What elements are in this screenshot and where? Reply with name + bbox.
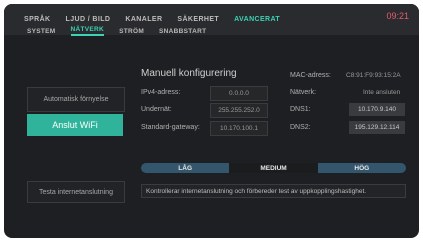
tab-natverk[interactable]: NÄTVERK (70, 26, 105, 36)
mac-label: MAC-adress: (290, 72, 331, 79)
tab-sakerhet[interactable]: SÄKERHET (177, 16, 219, 23)
ipv4-field[interactable]: 0.0.0.0 (210, 86, 268, 101)
gateway-label: Standard-gateway: (141, 124, 200, 131)
tab-avancerat[interactable]: AVANCERAT (234, 16, 280, 23)
test-status-text: Kontrollerar internetanslutning och förb… (141, 184, 406, 198)
top-tabs: SPRÅK LJUD / BILD KANALER SÄKERHET AVANC… (24, 12, 295, 26)
tv-settings-screen: SPRÅK LJUD / BILD KANALER SÄKERHET AVANC… (4, 4, 419, 238)
tab-ljud-bild[interactable]: LJUD / BILD (66, 16, 111, 23)
tab-snabbstart[interactable]: SNABBSTART (159, 28, 206, 35)
tab-sprak[interactable]: SPRÅK (24, 16, 51, 23)
active-tab-underline (70, 34, 105, 36)
auto-renew-button[interactable]: Automatisk förnyelse (27, 87, 125, 112)
tab-strom[interactable]: STRÖM (119, 28, 144, 35)
network-status: Inte ansluten (363, 89, 401, 96)
speed-high-option[interactable]: HÖG (317, 163, 406, 173)
network-label: Nätverk: (290, 89, 317, 96)
dns1-label: DNS1: (290, 106, 311, 113)
speed-low-option[interactable]: LÅG (141, 163, 230, 173)
test-internet-button[interactable]: Testa internetanslutning (27, 181, 125, 203)
dns1-field[interactable]: 10.170.9.140 (349, 103, 405, 116)
top-bar: SPRÅK LJUD / BILD KANALER SÄKERHET AVANC… (4, 4, 419, 36)
ipv4-label: IPv4-adress: (141, 89, 181, 96)
speed-selector: LÅG MEDIUM HÖG (141, 163, 406, 173)
clock: 09:21 (386, 11, 409, 21)
subnet-field[interactable]: 255.255.252.0 (210, 103, 268, 118)
connect-wifi-button[interactable]: Anslut WiFi (27, 114, 123, 136)
gateway-field[interactable]: 10.170.100.1 (210, 121, 268, 136)
tab-kanaler[interactable]: KANALER (125, 16, 162, 23)
sub-tabs: SYSTEM NÄTVERK STRÖM SNABBSTART (27, 26, 221, 36)
dns2-field[interactable]: 195.129.12.114 (349, 121, 405, 134)
subnet-label: Undernät: (141, 106, 172, 113)
mac-value: C8:91:F9:93:15:2A (346, 72, 401, 79)
tab-system[interactable]: SYSTEM (27, 28, 56, 35)
tab-natverk-label: NÄTVERK (70, 26, 105, 33)
manual-config-title: Manuell konfigurering (141, 68, 237, 79)
speed-medium-option[interactable]: MEDIUM (229, 163, 318, 173)
dns2-label: DNS2: (290, 124, 311, 131)
